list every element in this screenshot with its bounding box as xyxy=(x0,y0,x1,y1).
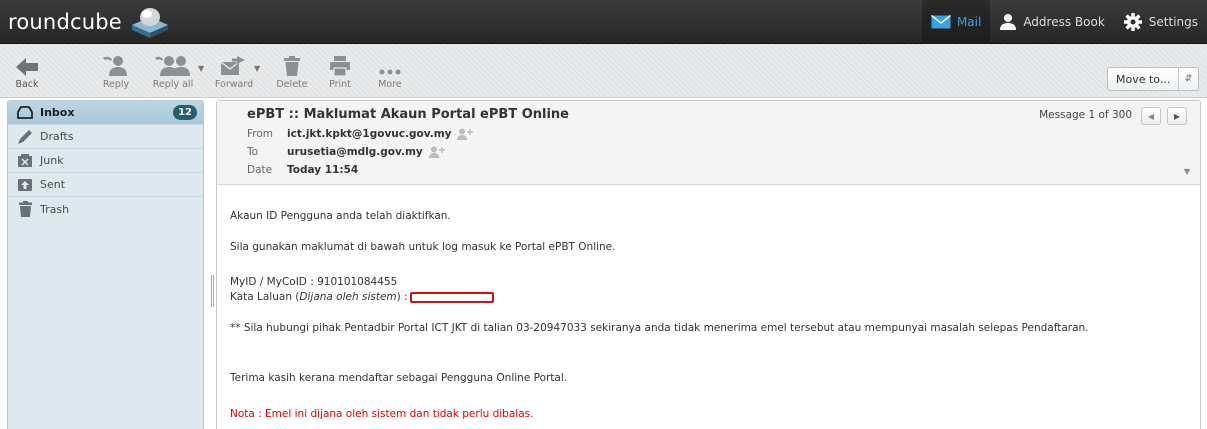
folder-trash[interactable]: Trash xyxy=(8,197,203,221)
back-button[interactable]: Back xyxy=(12,50,42,94)
reply-button[interactable]: Reply xyxy=(98,50,134,94)
folder-junk[interactable]: Junk xyxy=(8,149,203,173)
delete-label: Delete xyxy=(276,79,308,90)
redaction-box xyxy=(409,291,494,303)
pane-splitter[interactable] xyxy=(207,100,216,429)
password-line: Kata Laluan (Dijana oleh sistem) : xyxy=(230,290,494,304)
nav-address-book-label: Address Book xyxy=(1023,15,1105,29)
body-line: MyID / MyCoID : 910101084455 xyxy=(230,276,398,288)
logo-text: roundcube xyxy=(8,10,122,34)
drafts-icon xyxy=(16,129,34,145)
person-icon xyxy=(999,13,1017,31)
reply-all-label: Reply all xyxy=(152,79,194,90)
reply-all-icon xyxy=(155,50,191,76)
message-subject: ePBT :: Maklumat Akaun Portal ePBT Onlin… xyxy=(247,107,569,122)
to-address[interactable]: urusetia@mdlg.gov.my xyxy=(287,146,423,158)
folder-inbox-label: Inbox xyxy=(40,106,75,119)
toolbar: Back Reply Reply all ▼ Forward ▼ Delete … xyxy=(0,44,1207,98)
folder-list: Inbox 12 Drafts Junk Sent Trash xyxy=(7,100,204,429)
password-label-italic: Dijana oleh sistem xyxy=(299,291,397,303)
move-to-select[interactable]: Move to... ⇵ xyxy=(1107,67,1199,91)
gear-icon xyxy=(1123,12,1143,32)
inbox-icon xyxy=(16,105,34,121)
reply-label: Reply xyxy=(102,79,130,90)
message-position: Message 1 of 300 xyxy=(1039,109,1132,121)
trash-icon xyxy=(16,201,34,217)
more-label: More xyxy=(378,79,402,90)
to-label: To xyxy=(247,146,259,158)
nav-settings[interactable]: Settings xyxy=(1114,0,1207,44)
message-header: ePBT :: Maklumat Akaun Portal ePBT Onlin… xyxy=(217,101,1200,185)
back-label: Back xyxy=(15,79,39,90)
date-label: Date xyxy=(247,164,273,176)
top-nav: Mail Address Book Settings xyxy=(921,0,1207,44)
select-arrows-icon: ⇵ xyxy=(1178,68,1198,90)
reply-all-dropdown-icon[interactable]: ▼ xyxy=(198,64,204,73)
body-note: Nota : Emel ini dijana oleh sistem dan t… xyxy=(230,408,534,420)
body-line: ** Sila hubungi pihak Pentadbir Portal I… xyxy=(230,322,1089,334)
forward-icon xyxy=(221,50,247,76)
body-line: Akaun ID Pengguna anda telah diaktifkan. xyxy=(230,210,451,222)
body-line: Terima kasih kerana mendaftar sebagai Pe… xyxy=(230,372,568,384)
password-label-suffix: ) : xyxy=(396,291,408,303)
unread-count-badge: 12 xyxy=(173,105,197,120)
junk-icon xyxy=(16,153,34,169)
from-label: From xyxy=(247,128,274,140)
printer-icon xyxy=(330,50,350,76)
next-message-button[interactable]: ▶ xyxy=(1167,107,1187,125)
print-button[interactable]: Print xyxy=(325,50,355,94)
roundcube-logo-icon xyxy=(131,8,168,38)
folder-drafts-label: Drafts xyxy=(40,130,74,143)
from-row: From ict.jkt.kpkt@1govuc.gov.my xyxy=(247,128,474,140)
reply-all-button[interactable]: Reply all xyxy=(150,50,196,94)
nav-mail[interactable]: Mail xyxy=(921,0,991,44)
print-label: Print xyxy=(329,79,351,90)
back-arrow-icon xyxy=(16,50,38,76)
trash-icon xyxy=(284,50,300,76)
reply-icon xyxy=(103,50,129,76)
add-contact-icon[interactable] xyxy=(428,146,445,158)
delete-button[interactable]: Delete xyxy=(275,50,309,94)
move-to-value: Move to... xyxy=(1116,72,1171,86)
more-dots-icon xyxy=(379,50,401,76)
from-address[interactable]: ict.jkt.kpkt@1govuc.gov.my xyxy=(287,128,451,140)
forward-dropdown-icon[interactable]: ▼ xyxy=(254,64,260,73)
message-panel: ePBT :: Maklumat Akaun Portal ePBT Onlin… xyxy=(216,100,1201,429)
nav-mail-label: Mail xyxy=(956,15,982,29)
folder-drafts[interactable]: Drafts xyxy=(8,125,203,149)
more-button[interactable]: More xyxy=(375,50,405,94)
chevron-right-icon: ▶ xyxy=(1173,111,1181,121)
folder-junk-label: Junk xyxy=(40,154,64,167)
folder-sent[interactable]: Sent xyxy=(8,173,203,197)
mail-icon xyxy=(931,15,951,29)
sent-icon xyxy=(16,177,34,193)
date-row: Date Today 11:54 xyxy=(247,164,358,176)
to-row: To urusetia@mdlg.gov.my xyxy=(247,146,445,158)
folder-inbox[interactable]: Inbox 12 xyxy=(8,101,203,125)
folder-sent-label: Sent xyxy=(40,178,66,191)
folder-trash-label: Trash xyxy=(40,202,70,216)
forward-button[interactable]: Forward xyxy=(215,50,253,94)
chevron-left-icon: ◀ xyxy=(1147,111,1155,121)
add-contact-icon[interactable] xyxy=(457,128,474,140)
nav-address-book[interactable]: Address Book xyxy=(990,0,1113,44)
logo[interactable]: roundcube xyxy=(8,4,172,40)
body-line: Sila gunakan maklumat di bawah untuk log… xyxy=(230,241,616,253)
nav-settings-label: Settings xyxy=(1148,15,1198,29)
forward-label: Forward xyxy=(214,79,254,90)
password-label-prefix: Kata Laluan ( xyxy=(230,291,300,303)
header-toggle-icon[interactable]: ▼ xyxy=(1184,167,1190,176)
splitter-grip[interactable] xyxy=(211,275,214,307)
date-value: Today 11:54 xyxy=(287,164,359,176)
top-bar: roundcube Mail Address Book Settings xyxy=(0,0,1207,44)
previous-message-button[interactable]: ◀ xyxy=(1141,107,1161,125)
